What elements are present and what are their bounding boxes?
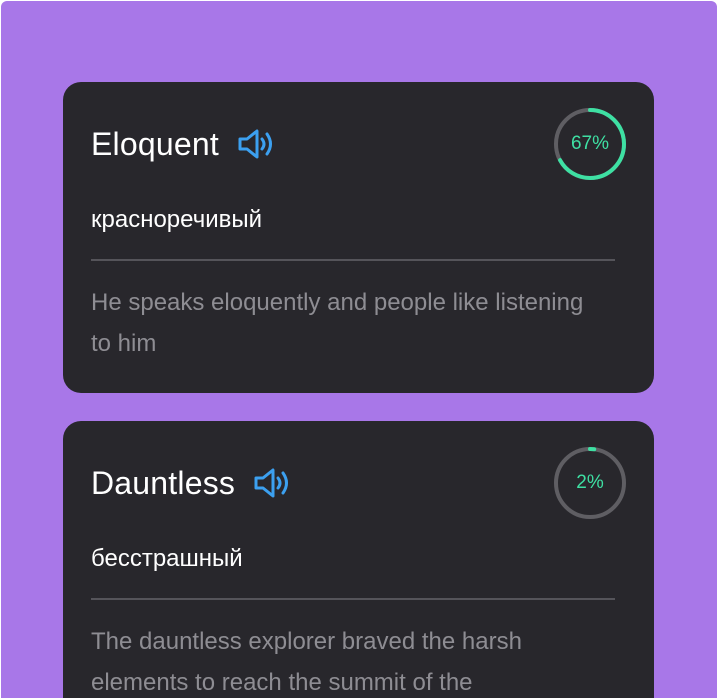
divider xyxy=(91,259,615,261)
word-translation: бесстрашный xyxy=(91,545,243,572)
speaker-icon[interactable] xyxy=(253,466,293,500)
word-title: Eloquent xyxy=(91,125,219,162)
word-card[interactable]: Eloquent 67% красноречивый He speaks elo… xyxy=(63,82,654,393)
example-sentence: The dauntless explorer braved the harsh … xyxy=(91,628,522,696)
speaker-icon[interactable] xyxy=(237,127,277,161)
progress-ring: 2% xyxy=(552,445,628,521)
progress-ring: 67% xyxy=(552,106,628,182)
word-header: Eloquent xyxy=(91,124,277,164)
word-translation: красноречивый xyxy=(91,206,263,233)
word-header: Dauntless xyxy=(91,463,293,503)
word-card[interactable]: Dauntless 2% бесстрашный The dauntless e… xyxy=(63,421,654,698)
progress-percent: 2% xyxy=(576,472,604,493)
divider xyxy=(91,598,615,600)
example-sentence: He speaks eloquently and people like lis… xyxy=(91,289,584,357)
app-background: Eloquent 67% красноречивый He speaks elo… xyxy=(1,1,717,698)
progress-percent: 67% xyxy=(570,133,610,154)
word-title: Dauntless xyxy=(91,464,236,501)
